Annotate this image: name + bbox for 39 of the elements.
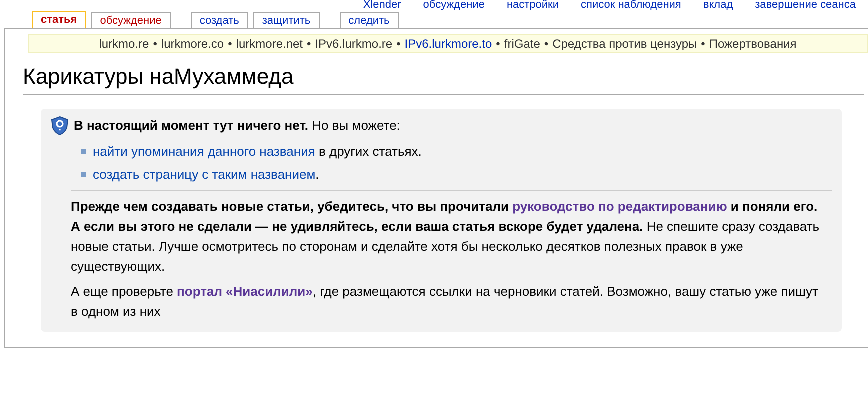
text-link[interactable]: руководство по редактированию	[512, 199, 728, 214]
bullet-icon	[81, 149, 86, 154]
page-tab[interactable]: защитить	[253, 12, 320, 28]
separator-dot: •	[396, 36, 401, 52]
separator-dot: •	[496, 36, 500, 52]
personal-link[interactable]: завершение сеанса	[755, 0, 856, 11]
text-link[interactable]: создать страницу с таким названием	[93, 166, 316, 182]
personal-link[interactable]: обсуждение	[423, 0, 485, 11]
mirror-link[interactable]: Средства против цензуры	[552, 34, 698, 52]
option-text: создать страницу с таким названием.	[93, 166, 320, 184]
mirror-link[interactable]: IPv6.lurkmore.to	[404, 34, 492, 52]
mirror-link[interactable]: lurkmore.net	[236, 34, 304, 52]
personal-link[interactable]: Xlender	[363, 0, 402, 11]
option-text: найти упоминания данного названия в других статьях.	[93, 143, 422, 161]
personal-link[interactable]: вклад	[703, 0, 734, 11]
text-link[interactable]: портал «Ниасилили»	[177, 284, 313, 299]
page-tab[interactable]: следить	[340, 12, 399, 28]
mirror-link[interactable]: Пожертвования	[709, 34, 797, 52]
page-tab[interactable]: статья	[32, 11, 86, 28]
page-tab[interactable]: создать	[190, 12, 248, 28]
personal-link[interactable]: настройки	[506, 0, 560, 11]
notice-paragraph: Прежде чем создавать новые статьи, убедитесь, что вы прочитали руководство по редактированию и поняли его. А если вы этого не сделали — не удивляйтесь, если ваша статья вскоре будет удалена. Не спешите сразу создавать новые статьи. Лучше осмотритесь по сторонам и сделайте хотя бы несколько десятков полезных правок в уже существующих.	[71, 198, 821, 276]
notice-paragraph: А еще проверьте портал «Ниасилили», где размещаются ссылки на черновики статей. Возможно, вашу статью уже пишут в одном из них	[71, 283, 820, 321]
separator-dot: •	[544, 36, 549, 52]
separator-dot: •	[153, 36, 158, 52]
mirror-link[interactable]: lurkmore.co	[161, 34, 224, 52]
personal-link[interactable]: список наблюдения	[581, 0, 682, 11]
separator-dot: •	[701, 36, 706, 52]
notice-heading: В настоящий момент тут ничего нет. Но вы можете:	[74, 117, 400, 136]
help-shield-icon	[51, 116, 69, 136]
mirror-link[interactable]: friGate	[504, 34, 540, 52]
bullet-icon	[81, 172, 86, 177]
page-title: Карикатуры наМухаммеда	[23, 62, 864, 95]
separator-dot: •	[228, 36, 232, 52]
separator-dot: •	[307, 36, 312, 52]
mirror-link[interactable]: IPv6.lurkmo.re	[315, 34, 393, 52]
mirror-link[interactable]: lurkmo.re	[99, 34, 150, 52]
text-link[interactable]: найти упоминания данного названия	[93, 144, 316, 159]
page-tab[interactable]: обсуждение	[91, 12, 171, 28]
